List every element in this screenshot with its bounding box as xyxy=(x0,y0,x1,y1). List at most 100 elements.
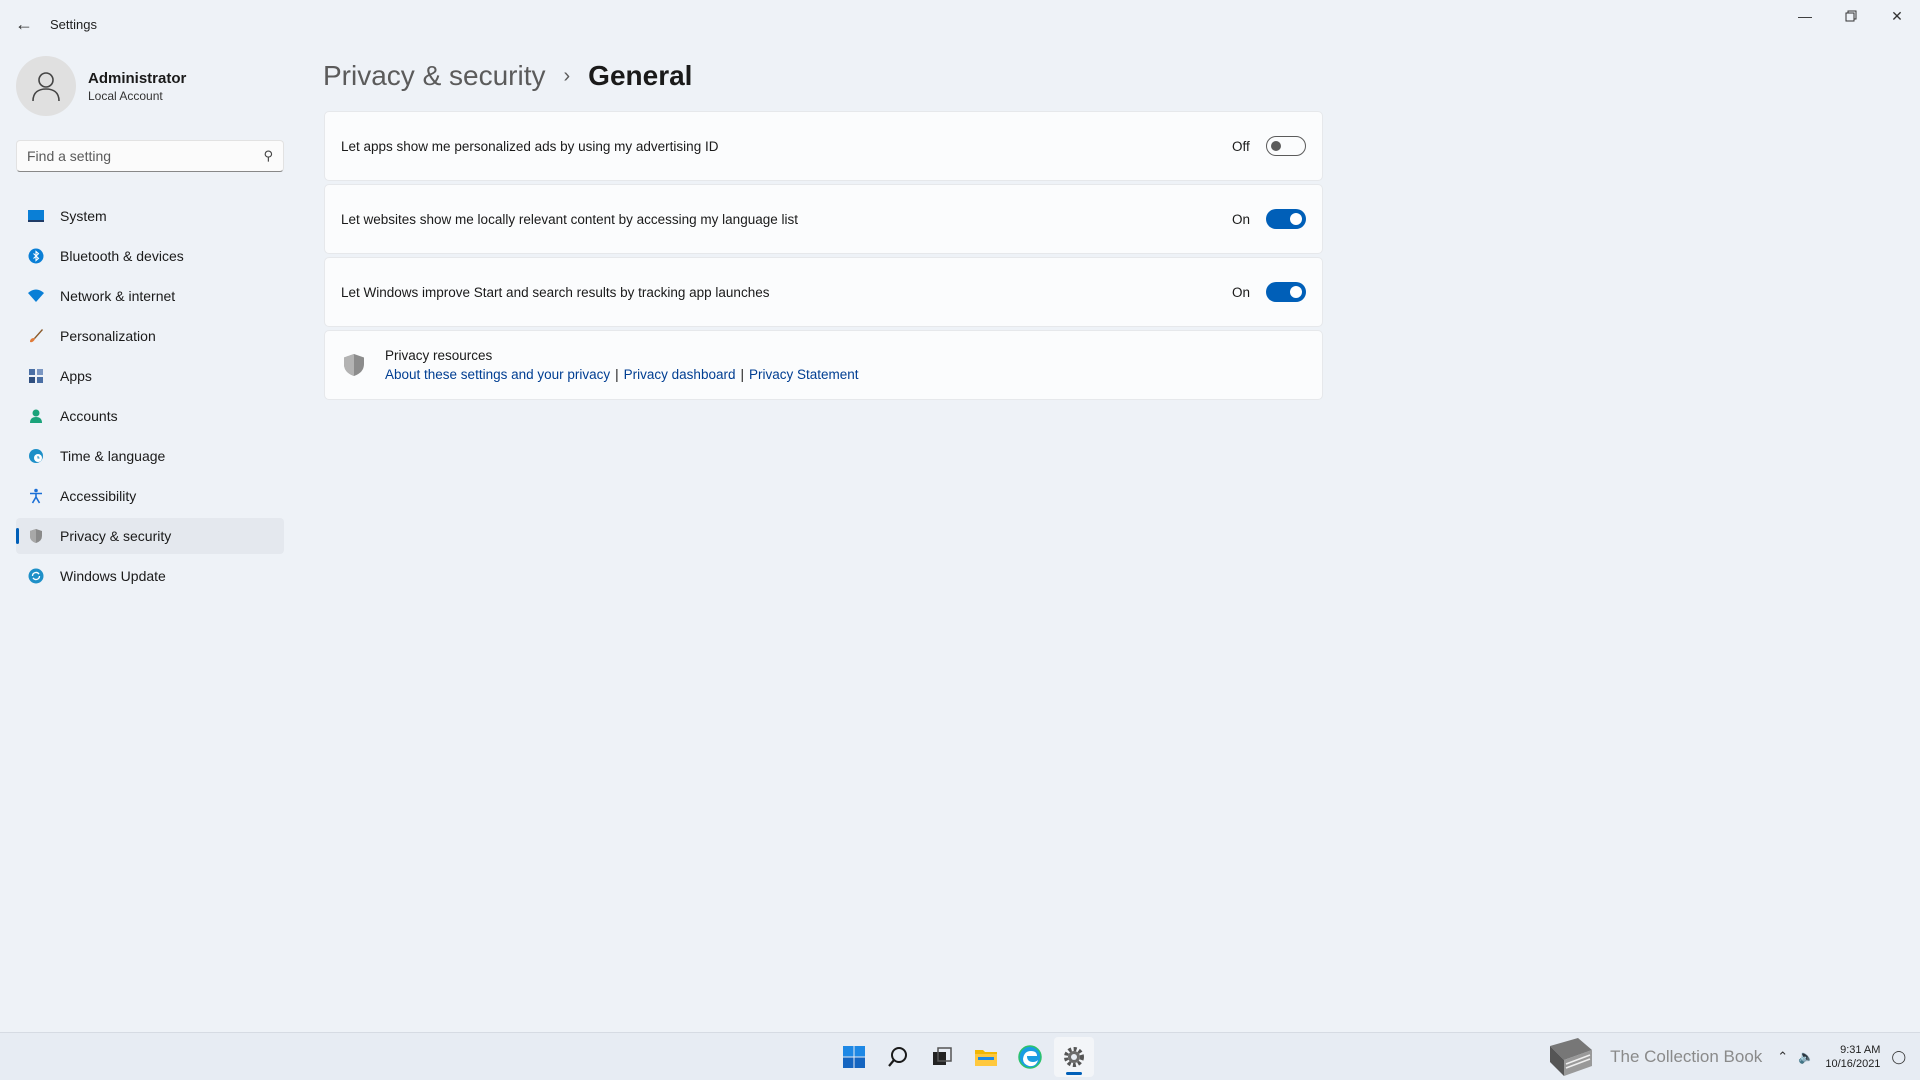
privacy-dashboard-link[interactable]: Privacy dashboard xyxy=(624,367,736,382)
sidebar-item-label: Accounts xyxy=(60,408,118,424)
start-button[interactable] xyxy=(834,1037,874,1077)
minimize-button[interactable]: — xyxy=(1782,0,1828,32)
sidebar-item-label: Apps xyxy=(60,368,92,384)
account-type: Local Account xyxy=(88,88,163,103)
sidebar-item-label: Windows Update xyxy=(60,568,166,584)
title-bar: ← Settings — ✕ xyxy=(0,0,1920,48)
person-avatar-icon xyxy=(32,72,60,102)
restore-icon xyxy=(1845,10,1857,22)
sidebar-item-personalization[interactable]: Personalization xyxy=(16,318,284,354)
setting-app-launch-tracking: Let Windows improve Start and search res… xyxy=(324,257,1323,327)
update-icon xyxy=(26,566,46,586)
search-box: ⚲ xyxy=(16,140,284,172)
window-controls: — ✕ xyxy=(1782,0,1920,32)
book-logo-icon xyxy=(1550,1038,1593,1076)
sidebar-item-bluetooth[interactable]: Bluetooth & devices xyxy=(16,238,284,274)
profile-name: Administrator xyxy=(88,69,187,87)
avatar xyxy=(16,56,76,116)
search-icon[interactable]: ⚲ xyxy=(263,148,273,164)
sidebar-item-network[interactable]: Network & internet xyxy=(16,278,284,314)
sidebar-item-time-language[interactable]: Time & language xyxy=(16,438,284,474)
breadcrumb-parent-link[interactable]: Privacy & security xyxy=(323,60,546,92)
app-launch-tracking-toggle[interactable] xyxy=(1266,282,1306,302)
minimize-icon: — xyxy=(1798,8,1812,24)
monitor-icon xyxy=(26,206,46,226)
file-explorer-icon xyxy=(975,1050,997,1066)
task-view-button[interactable] xyxy=(922,1037,962,1077)
start-icon xyxy=(843,1046,865,1068)
chevron-up-icon[interactable]: ⌃ xyxy=(1777,1049,1788,1065)
settings-taskbar-button[interactable] xyxy=(1054,1037,1094,1077)
toggle-state-label: Off xyxy=(1232,138,1250,154)
about-settings-privacy-link[interactable]: About these settings and your privacy xyxy=(385,367,610,382)
sidebar-item-label: Network & internet xyxy=(60,288,176,304)
apps-icon xyxy=(26,366,46,386)
settings-list: Let apps show me personalized ads by usi… xyxy=(324,111,1323,400)
privacy-resources-links: About these settings and your privacy | Pr… xyxy=(385,367,859,382)
sidebar-item-apps[interactable]: Apps xyxy=(16,358,284,394)
user-profile[interactable]: Administrator Local Account xyxy=(16,56,284,116)
globe-clock-icon xyxy=(26,446,46,466)
link-separator: | xyxy=(740,367,744,382)
breadcrumb: Privacy & security › General xyxy=(323,54,692,98)
task-view-icon xyxy=(933,1047,952,1065)
setting-language-list: Let websites show me locally relevant co… xyxy=(324,184,1323,254)
settings-gear-icon xyxy=(1064,1047,1084,1067)
setting-label: Let websites show me locally relevant co… xyxy=(341,211,798,227)
clock-date: 10/16/2021 xyxy=(1825,1058,1881,1070)
edge-icon xyxy=(1018,1045,1042,1069)
app-title: Settings xyxy=(50,16,97,32)
accessibility-icon xyxy=(26,486,46,506)
sidebar-item-label: Privacy & security xyxy=(60,528,172,544)
toggle-state-label: On xyxy=(1232,211,1251,227)
watermark-text: The Collection Book xyxy=(1610,1047,1763,1066)
link-separator: | xyxy=(615,367,619,382)
sidebar-item-privacy-security[interactable]: Privacy & security xyxy=(16,518,284,554)
person-icon xyxy=(26,406,46,426)
bluetooth-icon xyxy=(26,246,46,266)
sidebar-item-label: Accessibility xyxy=(60,488,137,504)
privacy-statement-link[interactable]: Privacy Statement xyxy=(749,367,859,382)
sidebar-item-accessibility[interactable]: Accessibility xyxy=(16,478,284,514)
sidebar: Administrator Local Account ⚲ System Blu… xyxy=(16,56,284,598)
search-icon xyxy=(888,1047,907,1067)
taskbar-search-button[interactable] xyxy=(878,1037,918,1077)
setting-advertising-id: Let apps show me personalized ads by usi… xyxy=(324,111,1323,181)
privacy-resources-card: Privacy resources About these settings a… xyxy=(324,330,1323,400)
privacy-resources-title: Privacy resources xyxy=(385,348,493,363)
sidebar-item-system[interactable]: System xyxy=(16,198,284,234)
system-tray: The Collection Book ⌃ 🔈 9:31 AM 10/16/20… xyxy=(1544,1033,1920,1080)
chevron-right-icon: › xyxy=(563,64,571,87)
brush-icon xyxy=(26,326,46,346)
sidebar-item-label: Time & language xyxy=(60,448,166,464)
search-input[interactable] xyxy=(27,148,264,164)
clock[interactable]: 9:31 AM 10/16/2021 xyxy=(1825,1043,1880,1071)
language-list-toggle[interactable] xyxy=(1266,209,1306,229)
notification-icon[interactable]: ◯ xyxy=(1891,1049,1906,1065)
setting-label: Let Windows improve Start and search res… xyxy=(341,284,770,300)
back-button[interactable]: ← xyxy=(4,4,44,44)
taskbar-apps xyxy=(834,1037,1094,1077)
sidebar-item-windows-update[interactable]: Windows Update xyxy=(16,558,284,594)
shield-icon xyxy=(344,354,364,376)
taskbar: The Collection Book ⌃ 🔈 9:31 AM 10/16/20… xyxy=(0,1032,1920,1080)
sidebar-item-accounts[interactable]: Accounts xyxy=(16,398,284,434)
toggle-state-label: On xyxy=(1232,284,1251,300)
volume-icon[interactable]: 🔈 xyxy=(1798,1049,1814,1065)
restore-button[interactable] xyxy=(1828,0,1874,32)
shield-icon xyxy=(26,526,46,546)
edge-button[interactable] xyxy=(1010,1037,1050,1077)
sidebar-item-label: System xyxy=(60,208,107,224)
sidebar-item-label: Bluetooth & devices xyxy=(60,248,184,264)
close-button[interactable]: ✕ xyxy=(1874,0,1920,32)
setting-label: Let apps show me personalized ads by usi… xyxy=(341,138,719,154)
advertising-id-toggle[interactable] xyxy=(1266,136,1306,156)
arrow-left-icon: ← xyxy=(15,13,33,34)
clock-time: 9:31 AM xyxy=(1840,1044,1881,1056)
file-explorer-button[interactable] xyxy=(966,1037,1006,1077)
watermark: The Collection Book xyxy=(1544,1034,1762,1080)
close-icon: ✕ xyxy=(1891,7,1903,24)
wifi-icon xyxy=(26,286,46,306)
sidebar-nav: System Bluetooth & devices Network & int… xyxy=(16,198,284,594)
sidebar-item-label: Personalization xyxy=(60,328,156,344)
